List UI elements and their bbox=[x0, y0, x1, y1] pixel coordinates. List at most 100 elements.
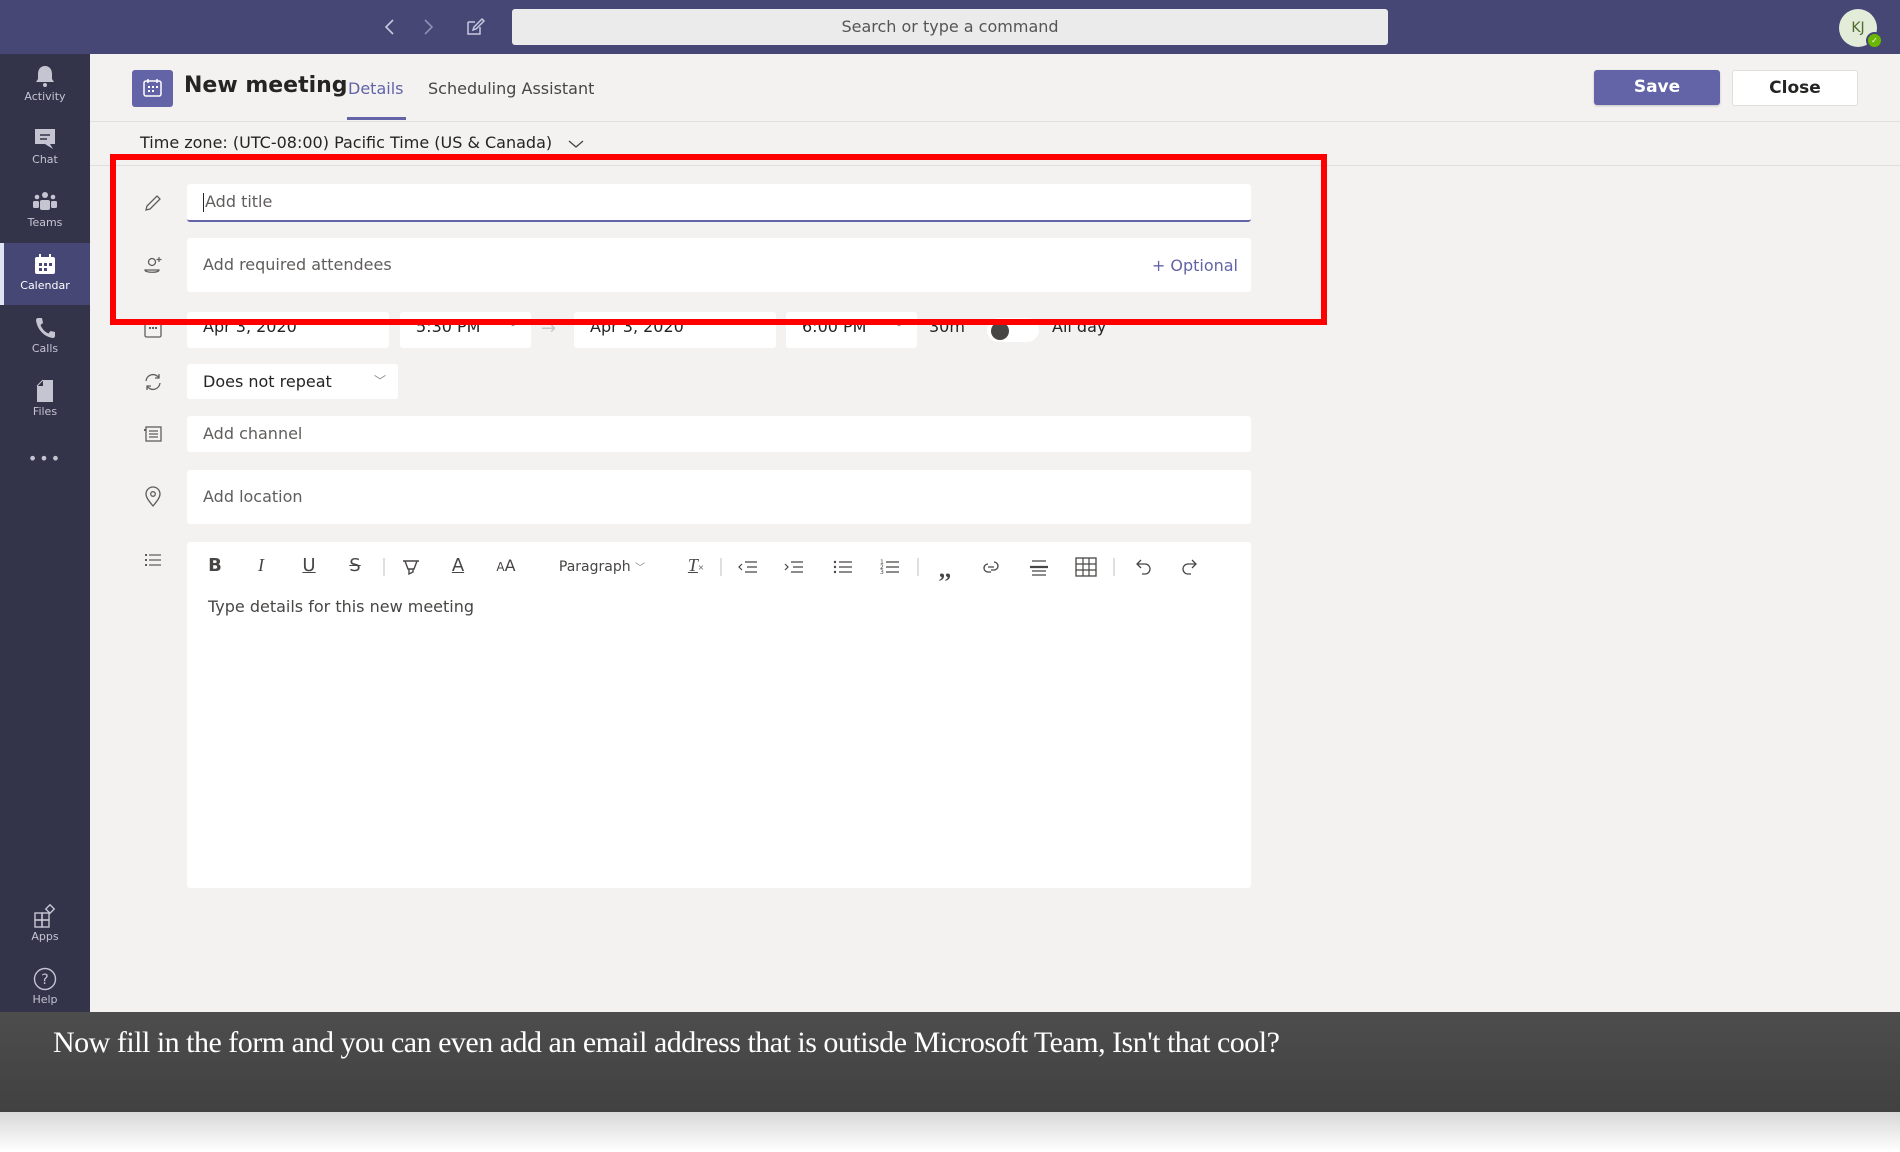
numbered-list-icon: 123 bbox=[880, 559, 899, 576]
app-bar: Activity Chat Teams Calendar Calls Files… bbox=[0, 54, 90, 1012]
timezone-dropdown[interactable]: Time zone: (UTC-08:00) Pacific Time (US … bbox=[140, 133, 585, 152]
paragraph-dropdown[interactable]: Paragraph ﹀ bbox=[556, 555, 648, 579]
horizontal-rule-icon bbox=[1030, 560, 1048, 576]
attendees-input[interactable]: Add required attendees + Optional bbox=[187, 238, 1251, 292]
phone-icon bbox=[36, 318, 55, 338]
quote-button[interactable]: ,, bbox=[932, 555, 958, 583]
all-day-toggle[interactable] bbox=[987, 318, 1039, 342]
sidebar-item-label: Teams bbox=[27, 216, 63, 229]
chevron-down-icon bbox=[568, 140, 584, 148]
sidebar-item-label: Calendar bbox=[20, 279, 70, 292]
sidebar-item-activity[interactable]: Activity bbox=[0, 54, 90, 116]
back-button[interactable] bbox=[375, 12, 405, 42]
strikethrough-button[interactable]: S bbox=[344, 555, 366, 579]
tutorial-caption-bar: Now fill in the form and you can even ad… bbox=[0, 1012, 1900, 1112]
tab-scheduling-assistant[interactable]: Scheduling Assistant bbox=[428, 79, 594, 98]
bell-icon bbox=[36, 66, 54, 87]
font-size-icon: A bbox=[496, 560, 505, 574]
optional-attendees-link[interactable]: + Optional bbox=[1152, 256, 1238, 275]
sidebar-item-calls[interactable]: Calls bbox=[0, 306, 90, 368]
attendees-placeholder: Add required attendees bbox=[203, 255, 392, 274]
duration-label: 30m bbox=[929, 317, 965, 336]
font-color-button[interactable]: A bbox=[447, 555, 469, 579]
sidebar-item-label: Help bbox=[32, 993, 58, 1006]
sidebar-item-label: Apps bbox=[31, 930, 59, 943]
start-time-dropdown[interactable]: 5:30 PM ﹀ bbox=[400, 312, 531, 348]
start-date-value: Apr 3, 2020 bbox=[203, 317, 297, 336]
help-icon: ? bbox=[33, 967, 57, 991]
end-date-picker[interactable]: Apr 3, 2020 bbox=[574, 312, 776, 348]
more-icon: ••• bbox=[27, 449, 63, 468]
undo-icon bbox=[1136, 559, 1151, 575]
increase-indent-button[interactable] bbox=[781, 555, 807, 579]
sidebar-item-calendar[interactable]: Calendar bbox=[0, 243, 90, 305]
clear-formatting-icon: T bbox=[687, 555, 698, 575]
italic-button[interactable]: I bbox=[250, 555, 272, 579]
repeat-icon bbox=[140, 369, 166, 395]
redo-icon bbox=[1182, 559, 1197, 575]
end-time-dropdown[interactable]: 6:00 PM ﹀ bbox=[786, 312, 917, 348]
italic-icon: I bbox=[258, 555, 264, 575]
toggle-knob bbox=[991, 322, 1009, 340]
font-size-button[interactable]: AA bbox=[493, 555, 519, 579]
bulleted-list-button[interactable] bbox=[830, 555, 856, 579]
sidebar-item-apps[interactable]: Apps bbox=[0, 894, 90, 956]
close-button[interactable]: Close bbox=[1732, 70, 1858, 106]
chevron-down-icon: ﹀ bbox=[506, 321, 519, 335]
repeat-value: Does not repeat bbox=[203, 372, 332, 391]
calendar-icon bbox=[35, 254, 55, 274]
start-date-picker[interactable]: Apr 3, 2020 bbox=[187, 312, 389, 348]
sidebar-item-teams[interactable]: Teams bbox=[0, 180, 90, 242]
save-button[interactable]: Save bbox=[1594, 70, 1720, 105]
chevron-down-icon: ﹀ bbox=[373, 374, 386, 388]
paragraph-label: Paragraph bbox=[558, 559, 631, 575]
channel-input[interactable]: Add channel bbox=[187, 416, 1251, 452]
svg-text:3: 3 bbox=[880, 569, 884, 576]
chevron-left-icon bbox=[384, 19, 394, 35]
teams-icon bbox=[33, 192, 57, 210]
timezone-label: Time zone: (UTC-08:00) Pacific Time (US … bbox=[140, 133, 553, 152]
search-input[interactable]: Search or type a command bbox=[512, 9, 1388, 45]
sidebar-item-label: Calls bbox=[31, 342, 59, 355]
timezone-divider bbox=[90, 165, 1900, 166]
underline-button[interactable]: U bbox=[298, 555, 320, 579]
tab-details[interactable]: Details bbox=[348, 79, 403, 98]
toolbar-separator bbox=[917, 558, 919, 576]
sidebar-item-chat[interactable]: Chat bbox=[0, 117, 90, 179]
bulleted-list-icon bbox=[833, 560, 852, 574]
repeat-dropdown[interactable]: Does not repeat ﹀ bbox=[187, 364, 398, 399]
details-editor[interactable] bbox=[187, 542, 1251, 888]
redo-button[interactable] bbox=[1177, 555, 1203, 579]
channel-icon bbox=[140, 421, 166, 447]
location-pin-icon bbox=[140, 484, 166, 510]
compose-button[interactable] bbox=[460, 12, 490, 42]
sidebar-item-files[interactable]: Files bbox=[0, 369, 90, 431]
location-input[interactable]: Add location bbox=[187, 470, 1251, 524]
decrease-indent-button[interactable] bbox=[735, 555, 761, 579]
file-icon bbox=[36, 379, 53, 402]
clear-formatting-button[interactable]: T× bbox=[683, 555, 709, 579]
numbered-list-button[interactable]: 123 bbox=[877, 555, 903, 579]
toolbar-separator bbox=[720, 558, 722, 576]
bold-button[interactable]: B bbox=[204, 555, 226, 579]
sidebar-item-help[interactable]: ? Help bbox=[0, 957, 90, 1019]
forward-button[interactable] bbox=[413, 12, 443, 42]
meeting-icon bbox=[132, 70, 173, 107]
pencil-icon bbox=[140, 190, 166, 216]
insert-table-button[interactable] bbox=[1073, 555, 1099, 579]
highlight-button[interactable] bbox=[399, 555, 423, 579]
title-input[interactable]: Add title bbox=[187, 184, 1251, 222]
chevron-down-icon: ﹀ bbox=[892, 321, 905, 335]
undo-button[interactable] bbox=[1130, 555, 1156, 579]
link-icon bbox=[983, 561, 999, 573]
end-date-value: Apr 3, 2020 bbox=[590, 317, 684, 336]
toolbar-separator bbox=[383, 558, 385, 576]
font-color-icon: A bbox=[451, 555, 465, 576]
compose-icon bbox=[467, 17, 486, 35]
link-button[interactable] bbox=[978, 555, 1004, 579]
sidebar-item-label: Files bbox=[32, 405, 58, 418]
more-apps-button[interactable]: ••• bbox=[0, 439, 90, 479]
chevron-right-icon bbox=[424, 19, 434, 35]
horizontal-rule-button[interactable] bbox=[1026, 555, 1052, 579]
calendar-icon bbox=[140, 317, 166, 343]
